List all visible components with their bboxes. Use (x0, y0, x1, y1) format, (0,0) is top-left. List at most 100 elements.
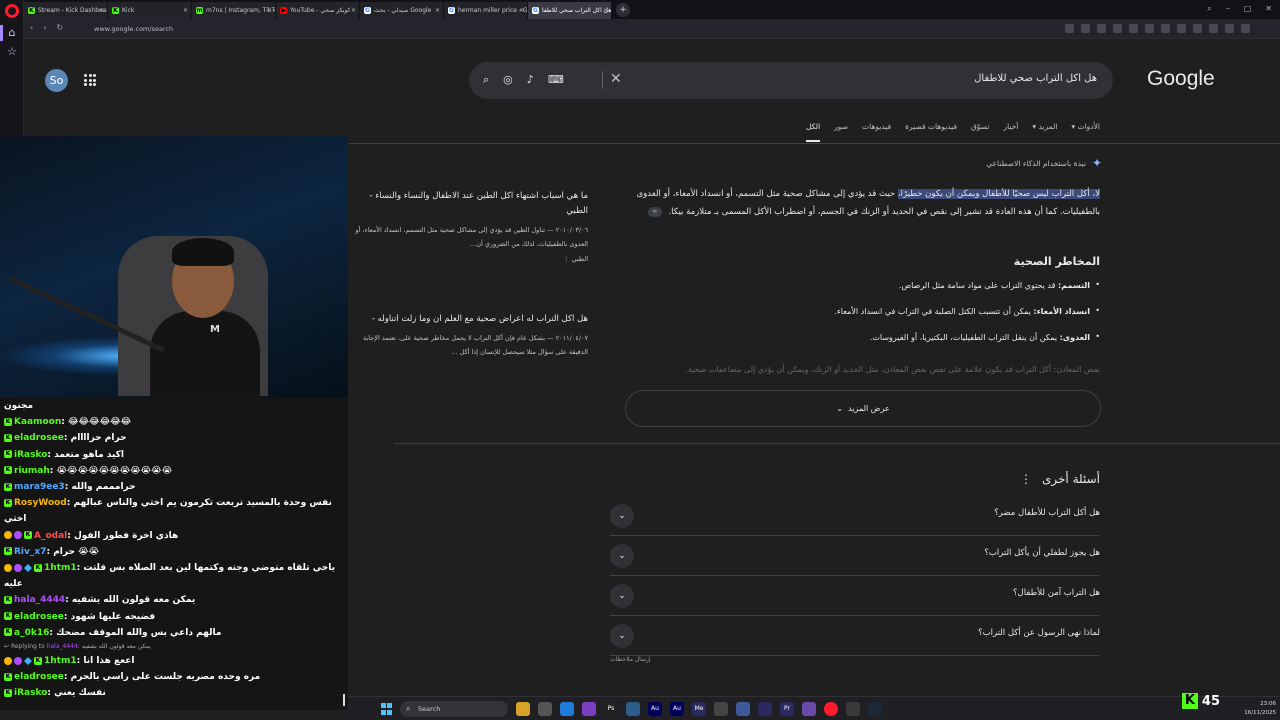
tab-close-icon[interactable]: ✕ (603, 7, 608, 14)
chat-username[interactable]: iRasko (14, 450, 47, 460)
search-input[interactable]: هل اكل التراب صحي للاطفال (974, 73, 1097, 84)
close-window-icon[interactable]: ✕ (1265, 4, 1272, 14)
source-card[interactable]: هل اكل التراب له اعراض صحية مع العلم ان … (354, 312, 588, 359)
source-title[interactable]: ما هي اسباب اشتهاء اكل الطين عند الاطفال… (354, 189, 588, 219)
filter-tab[interactable]: فيديوهات قصيرة (905, 122, 957, 142)
extension-icon[interactable] (1113, 24, 1122, 33)
keyboard-icon[interactable]: ⌨ (548, 73, 564, 87)
chat-username[interactable]: hala_4444 (14, 595, 65, 605)
extension-icon[interactable] (1177, 24, 1186, 33)
chat-username[interactable]: eladrosee (14, 672, 64, 682)
clear-icon[interactable]: ✕ (610, 71, 622, 87)
feedback-link[interactable]: إرسال ملاحظات (610, 656, 651, 663)
extension-icon[interactable] (1161, 24, 1170, 33)
windows-start-icon[interactable] (381, 703, 393, 715)
source-card[interactable]: ما هي اسباب اشتهاء اكل الطين عند الاطفال… (354, 189, 588, 263)
account-avatar[interactable]: So (45, 69, 68, 92)
browser-tab[interactable]: mm7ns | Instagram, TikTok |✕ (192, 2, 276, 19)
filter-tab[interactable]: أخبار (1003, 122, 1018, 142)
opera-logo-icon[interactable] (5, 4, 19, 18)
filter-tab[interactable]: فيديوهات (862, 122, 891, 142)
tab-close-icon[interactable]: ✕ (435, 7, 440, 14)
browser-tab[interactable]: G هل اكل التراب صحي للاطفا ✕ (528, 2, 612, 19)
tab-close-icon[interactable]: ✕ (519, 7, 524, 14)
chat-username[interactable]: a_0k16 (14, 628, 49, 638)
browser-tab[interactable]: G صيدلي - بحث Google ✕ (360, 2, 444, 19)
chat-username[interactable]: eladrosee (14, 612, 64, 622)
filter-tab[interactable]: المزيد ▾ (1032, 122, 1057, 142)
tab-close-icon[interactable]: ✕ (99, 7, 104, 14)
new-tab-button[interactable]: + (616, 3, 630, 17)
extension-icon[interactable] (1225, 24, 1234, 33)
chat-username[interactable]: riumah (14, 466, 50, 476)
link-icon[interactable]: ∞ (647, 206, 662, 217)
visual-studio-icon[interactable] (582, 702, 596, 716)
discord-icon[interactable] (802, 702, 816, 716)
chat-username[interactable]: mara9ee3 (14, 482, 65, 492)
search-box[interactable]: ⌕ ◎ ♪ ⌨ ✕ هل اكل التراب صحي للاطفال (469, 62, 1113, 99)
google-logo[interactable]: Google (1147, 67, 1215, 91)
chevron-down-icon[interactable]: ⌄ (610, 624, 634, 648)
premiere-icon[interactable]: Pr (780, 702, 794, 716)
star-icon[interactable]: ☆ (6, 46, 18, 58)
chevron-down-icon[interactable]: ⌄ (610, 504, 634, 528)
reload-icon[interactable]: ↻ (56, 23, 63, 32)
steam-icon[interactable] (868, 702, 882, 716)
apps-grid-icon[interactable] (84, 74, 96, 86)
chat-username[interactable]: A_odal (34, 531, 67, 541)
search-tabs-icon[interactable]: ⌕ (1207, 4, 1211, 14)
browser-tab[interactable]: ▶ YouTube - كويكز صحي ✕ (276, 2, 360, 19)
app-icon[interactable] (538, 702, 552, 716)
extension-icon[interactable] (1193, 24, 1202, 33)
extension-icon[interactable] (1129, 24, 1138, 33)
chat-username[interactable]: RosyWood (14, 498, 67, 508)
filter-tab[interactable]: الكل (805, 122, 821, 142)
browser-tab[interactable]: K Stream - Kick Dashboard ✕ (24, 2, 108, 19)
mic-icon[interactable]: ♪ (527, 73, 534, 87)
paa-item[interactable]: لماذا نهى الرسول عن أكل التراب؟ ⌄ (610, 616, 1100, 656)
audition-icon[interactable]: Au (648, 702, 662, 716)
extension-icon[interactable] (1065, 24, 1074, 33)
app-icon[interactable] (736, 702, 750, 716)
tab-close-icon[interactable]: ✕ (183, 7, 188, 14)
chat-username[interactable]: 1htm1 (44, 563, 77, 573)
home-icon[interactable]: ⌂ (6, 27, 18, 39)
chevron-down-icon[interactable]: ⌄ (610, 544, 634, 568)
paa-question[interactable]: هل التراب آمن للأطفال؟ (1013, 588, 1100, 598)
explorer-icon[interactable] (516, 702, 530, 716)
vscode-icon[interactable] (560, 702, 574, 716)
source-title[interactable]: هل اكل التراب له اعراض صحية مع العلم ان … (354, 312, 588, 327)
audition-icon[interactable]: Au (670, 702, 684, 716)
filter-tab[interactable]: الأدوات ▾ (1071, 122, 1100, 142)
extension-icon[interactable] (1097, 24, 1106, 33)
paa-question[interactable]: هل أكل التراب للأطفال مضر؟ (994, 508, 1100, 518)
reply-user[interactable]: hala_4444 (47, 643, 78, 650)
forward-icon[interactable]: › (43, 23, 46, 32)
paa-item[interactable]: هل أكل التراب للأطفال مضر؟ ⌄ (610, 496, 1100, 536)
chat-username[interactable]: iRasko (14, 688, 47, 698)
media-encoder-icon[interactable]: Me (692, 702, 706, 716)
tab-close-icon[interactable]: ✕ (267, 7, 272, 14)
chevron-down-icon[interactable]: ⌄ (610, 584, 634, 608)
app-icon[interactable] (846, 702, 860, 716)
maximize-icon[interactable]: ▢ (1244, 4, 1252, 14)
minimize-icon[interactable]: – (1226, 4, 1230, 14)
app-icon[interactable] (758, 702, 772, 716)
chat-username[interactable]: 1htm1 (44, 656, 77, 666)
browser-tab[interactable]: K Kick ✕ (108, 2, 192, 19)
browser-tab[interactable]: Gherman miller price - Goo ✕ (444, 2, 528, 19)
chat-scrollbar[interactable] (343, 694, 345, 706)
paa-item[interactable]: هل التراب آمن للأطفال؟ ⌄ (610, 576, 1100, 616)
app-icon[interactable] (626, 702, 640, 716)
back-icon[interactable]: ‹ (30, 23, 33, 32)
extension-icon[interactable] (1081, 24, 1090, 33)
chat-username[interactable]: Kaamoon (14, 417, 61, 427)
app-icon[interactable] (714, 702, 728, 716)
lens-icon[interactable]: ◎ (503, 73, 513, 87)
photoshop-icon[interactable]: Ps (604, 702, 618, 716)
opera-icon[interactable] (824, 702, 838, 716)
paa-item[interactable]: هل يجوز لطفلي أن يأكل التراب؟ ⌄ (610, 536, 1100, 576)
system-clock[interactable]: 23:06 16/11/2025 (1244, 700, 1276, 718)
paa-question[interactable]: هل يجوز لطفلي أن يأكل التراب؟ (984, 548, 1100, 558)
filter-tab[interactable]: صور (834, 122, 848, 142)
